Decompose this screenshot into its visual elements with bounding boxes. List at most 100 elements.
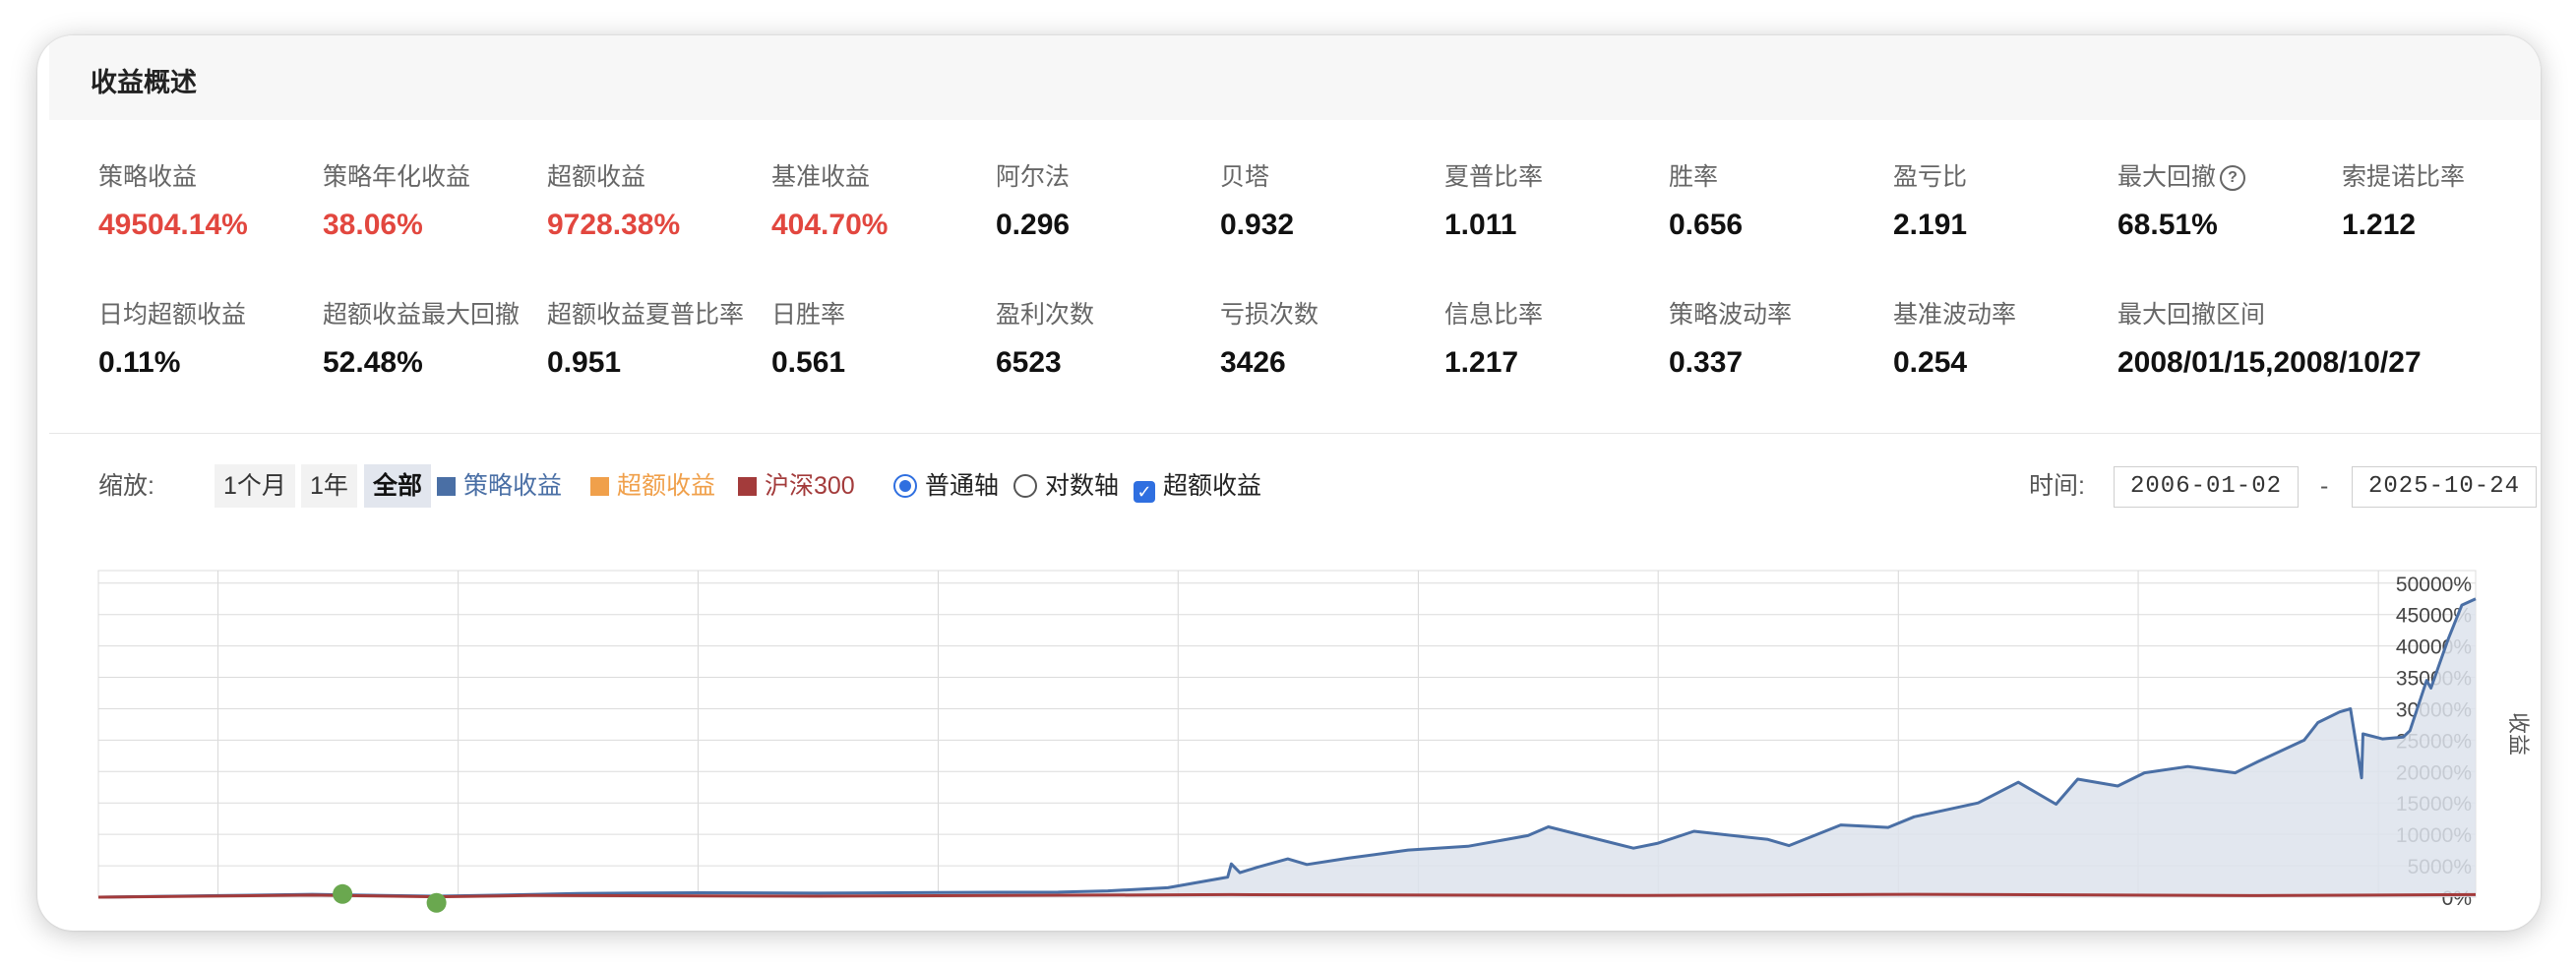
radio-unchecked-icon xyxy=(1013,474,1037,498)
stat-label: 胜率 xyxy=(1669,163,1719,191)
stat-strategy-volatility: 策略波动率 0.337 xyxy=(1669,295,1893,380)
card-header: 收益概述 xyxy=(49,35,2541,120)
excess-return-checkbox[interactable]: ✓ 超额收益 xyxy=(1134,464,1261,508)
stat-alpha: 阿尔法 0.296 xyxy=(996,157,1220,242)
stat-value: 1.217 xyxy=(1444,346,1519,379)
zoom-all-button[interactable]: 全部 xyxy=(364,464,432,508)
radio-checked-icon xyxy=(893,474,917,498)
stat-label: 策略波动率 xyxy=(1669,301,1793,329)
checkbox-checked-icon: ✓ xyxy=(1134,481,1155,503)
stat-daily-win-rate: 日胜率 0.561 xyxy=(771,295,996,380)
stat-excess-sharpe: 超额收益夏普比率 0.951 xyxy=(547,295,771,380)
stat-value: 38.06% xyxy=(323,209,423,241)
stat-label: 夏普比率 xyxy=(1444,163,1544,191)
stat-label: 亏损次数 xyxy=(1220,301,1319,329)
stat-win-rate: 胜率 0.656 xyxy=(1669,157,1893,242)
stat-label-wrap: 最大回撤? xyxy=(2117,157,2342,193)
stat-label: 最大回撤区间 xyxy=(2117,301,2266,329)
legend-swatch xyxy=(437,477,456,496)
returns-chart: 0%5000%10000%15000%20000%25000%30000%350… xyxy=(97,570,2531,913)
stat-label: 阿尔法 xyxy=(996,163,1071,191)
checkbox-label: 超额收益 xyxy=(1163,472,1262,500)
linear-axis-radio[interactable]: 普通轴 xyxy=(893,464,999,508)
zoom-1-month-button[interactable]: 1个月 xyxy=(215,464,295,508)
stat-value: 0.296 xyxy=(996,209,1071,241)
stat-label: 超额收益 xyxy=(547,163,646,191)
card-title: 收益概述 xyxy=(91,68,197,97)
stat-loss-count: 亏损次数 3426 xyxy=(1220,295,1444,380)
date-to-input[interactable]: 2025-10-24 xyxy=(2352,466,2537,508)
legend-label: 沪深300 xyxy=(765,472,855,500)
legend-excess-return[interactable]: 超额收益 xyxy=(590,464,715,508)
stat-strategy-return: 策略收益 49504.14% xyxy=(98,157,323,242)
stat-value: 0.561 xyxy=(771,346,846,379)
stat-profit-count: 盈利次数 6523 xyxy=(996,295,1220,380)
legend-label: 策略收益 xyxy=(463,472,563,500)
stat-label: 盈亏比 xyxy=(1893,163,1968,191)
stat-label: 盈利次数 xyxy=(996,301,1095,329)
stat-excess-return: 超额收益 9728.38% xyxy=(547,157,771,242)
stat-value: 52.48% xyxy=(323,346,423,379)
stat-value: 49504.14% xyxy=(98,209,248,241)
date-separator: - xyxy=(2320,472,2329,500)
stat-label: 贝塔 xyxy=(1220,163,1270,191)
stat-value: 68.51% xyxy=(2117,209,2218,241)
stat-value: 1.212 xyxy=(2342,209,2417,241)
stat-value: 6523 xyxy=(996,346,1062,379)
stat-value: 0.951 xyxy=(547,346,622,379)
question-circle-icon[interactable]: ? xyxy=(2220,165,2246,192)
stat-value: 0.254 xyxy=(1893,346,1968,379)
stat-value: 404.70% xyxy=(771,209,889,241)
stat-max-drawdown: 最大回撤? 68.51% xyxy=(2117,157,2342,242)
stat-annualized-return: 策略年化收益 38.06% xyxy=(323,157,547,242)
radio-label: 对数轴 xyxy=(1045,472,1120,500)
stat-value: 3426 xyxy=(1220,346,1286,379)
stat-label: 基准波动率 xyxy=(1893,301,2017,329)
stat-value: 1.011 xyxy=(1444,209,1517,241)
legend-strategy-return[interactable]: 策略收益 xyxy=(437,464,562,508)
stat-daily-excess: 日均超额收益 0.11% xyxy=(98,295,323,380)
stat-label: 信息比率 xyxy=(1444,301,1544,329)
stat-label: 策略收益 xyxy=(98,163,198,191)
stat-beta: 贝塔 0.932 xyxy=(1220,157,1444,242)
time-label: 时间: xyxy=(2029,472,2085,500)
stat-label: 日胜率 xyxy=(771,301,846,329)
legend-csi300[interactable]: 沪深300 xyxy=(738,464,855,508)
stat-value: 0.11% xyxy=(98,346,181,379)
legend-swatch xyxy=(738,477,757,496)
date-from-input[interactable]: 2006-01-02 xyxy=(2114,466,2299,508)
stat-value: 2.191 xyxy=(1893,209,1968,241)
stat-information-ratio: 信息比率 1.217 xyxy=(1444,295,1669,380)
stat-label: 超额收益最大回撤 xyxy=(323,301,521,329)
section-divider xyxy=(49,433,2541,434)
stat-label: 索提诺比率 xyxy=(2342,163,2466,191)
drawdown-marker xyxy=(333,883,353,904)
returns-overview-card: 收益概述 策略收益 49504.14% 策略年化收益 38.06% 超额收益 9… xyxy=(37,35,2541,931)
stat-label: 策略年化收益 xyxy=(323,163,471,191)
log-axis-radio[interactable]: 对数轴 xyxy=(1013,464,1119,508)
stat-value: 0.656 xyxy=(1669,209,1744,241)
stat-sharpe: 夏普比率 1.011 xyxy=(1444,157,1669,242)
chart-area: 0%5000%10000%15000%20000%25000%30000%350… xyxy=(37,527,2541,926)
drawdown-marker xyxy=(426,892,447,913)
stat-value: 0.932 xyxy=(1220,209,1295,241)
y-axis-title: 收益 xyxy=(2506,712,2531,756)
y-tick-label: 50000% xyxy=(2396,574,2472,596)
stat-label: 超额收益夏普比率 xyxy=(547,301,745,329)
stat-benchmark-return: 基准收益 404.70% xyxy=(771,157,996,242)
legend-swatch xyxy=(590,477,609,496)
zoom-1-year-button[interactable]: 1年 xyxy=(301,464,357,508)
stat-value: 2008/01/15,2008/10/27 xyxy=(2117,346,2422,379)
stat-label: 基准收益 xyxy=(771,163,871,191)
stat-max-drawdown-period: 最大回撤区间 2008/01/15,2008/10/27 xyxy=(2117,295,2531,380)
legend-label: 超额收益 xyxy=(617,472,716,500)
radio-label: 普通轴 xyxy=(925,472,1000,500)
stat-benchmark-volatility: 基准波动率 0.254 xyxy=(1893,295,2117,380)
stat-value: 0.337 xyxy=(1669,346,1744,379)
stat-sortino: 索提诺比率 1.212 xyxy=(2342,157,2541,242)
stat-label: 最大回撤 xyxy=(2117,163,2217,191)
stat-label: 日均超额收益 xyxy=(98,301,247,329)
stat-value: 9728.38% xyxy=(547,209,681,241)
stat-excess-max-drawdown: 超额收益最大回撤 52.48% xyxy=(323,295,547,380)
stat-profit-loss-ratio: 盈亏比 2.191 xyxy=(1893,157,2117,242)
